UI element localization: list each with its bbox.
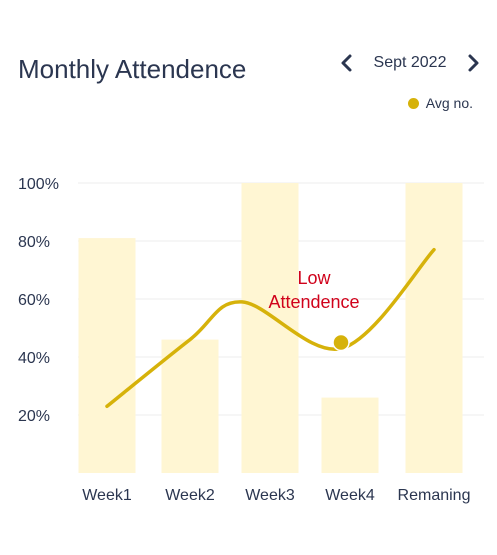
- bar: [321, 397, 379, 473]
- bars: [78, 183, 463, 473]
- x-tick-label: Week2: [165, 487, 215, 504]
- x-axis-ticks: Week1 Week2 Week3 Week4 Remaning: [82, 487, 470, 504]
- bar: [405, 183, 463, 473]
- annotation-line-1: Low: [297, 268, 331, 288]
- y-tick-label: 40%: [18, 350, 50, 367]
- y-tick-label: 20%: [18, 408, 50, 425]
- x-tick-label: Week3: [245, 487, 295, 504]
- bar: [161, 339, 219, 473]
- y-tick-label: 80%: [18, 234, 50, 251]
- low-attendance-marker: [332, 333, 350, 352]
- y-tick-label: 100%: [18, 176, 59, 193]
- annotation-line-2: Attendence: [268, 292, 359, 312]
- y-axis-ticks: 20% 40% 60% 80% 100%: [18, 176, 59, 425]
- x-tick-label: Week1: [82, 487, 132, 504]
- x-tick-label: Remaning: [398, 487, 471, 504]
- attendance-chart: 20% 40% 60% 80% 100% Week1 Week2 Week3 Week4 Rem…: [18, 176, 484, 504]
- bar: [78, 238, 136, 473]
- y-tick-label: 60%: [18, 292, 50, 309]
- x-tick-label: Week4: [325, 487, 375, 504]
